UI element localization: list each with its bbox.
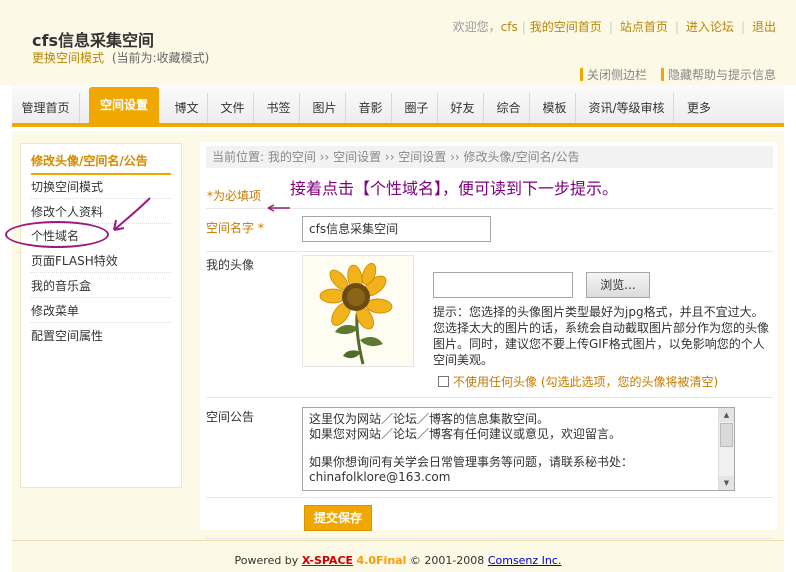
company-link[interactable]: Comsenz Inc. (488, 554, 562, 567)
powered-by: Powered by (234, 554, 299, 567)
product-link[interactable]: X-SPACE (302, 554, 353, 567)
footer: Powered by X-SPACE 4.0Final © 2001-2008 … (12, 540, 784, 572)
product-version: 4.0Final (356, 554, 407, 567)
annotation-arrows (113, 197, 290, 231)
copyright: © 2001-2008 (409, 554, 485, 567)
